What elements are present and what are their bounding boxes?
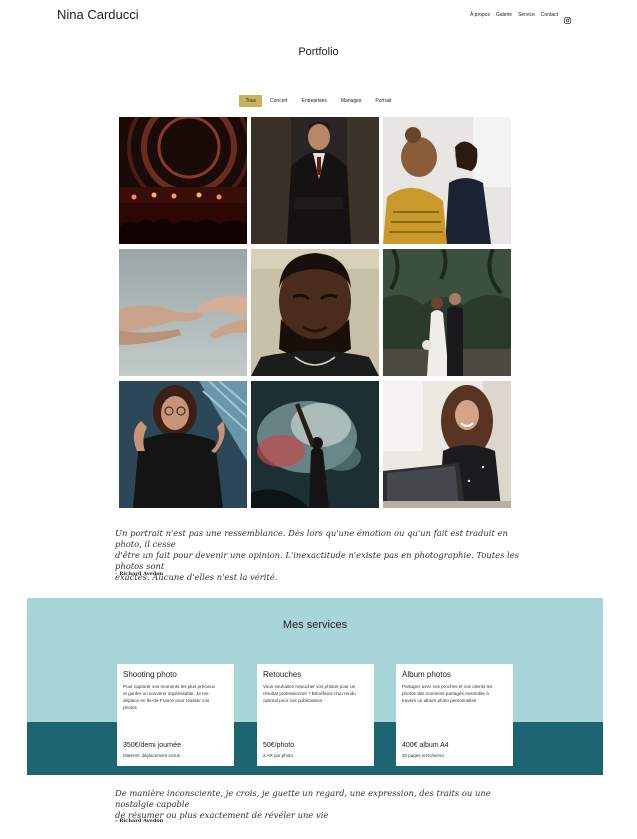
quote-text: Un portrait n'est pas une ressemblance. … bbox=[115, 528, 525, 583]
service-card-price: 350€/demi journée bbox=[123, 742, 181, 749]
service-desc-line: optimal pour vos publications bbox=[263, 698, 323, 703]
photo-concert-crowd-smoke[interactable] bbox=[251, 381, 379, 508]
quote-text-2: De manière inconsciente, je crois, je gu… bbox=[115, 788, 525, 821]
main-nav: À propos Galerie Service Contact bbox=[470, 11, 571, 24]
service-card-shooting: Shooting photo Pour capturer vos moments… bbox=[117, 664, 234, 766]
filter-all[interactable]: Tous bbox=[239, 95, 263, 107]
gallery-grid bbox=[119, 117, 511, 508]
photo-woman-laptop-laughing[interactable] bbox=[383, 381, 511, 508]
service-desc-line: Partagez avec vos proches et vos clients… bbox=[402, 684, 493, 689]
services-section: Mes services Shooting photo Pour capture… bbox=[27, 598, 603, 775]
nav-link-service[interactable]: Service bbox=[518, 12, 535, 18]
brand-name[interactable]: Nina Carducci bbox=[57, 7, 139, 22]
photo-business-meeting[interactable] bbox=[383, 117, 511, 244]
quote-line: d'être un fait pour devenir une opinion.… bbox=[115, 550, 519, 571]
filter-concert[interactable]: Concert bbox=[264, 95, 294, 107]
quote-line: De manière inconsciente, je crois, je gu… bbox=[115, 788, 491, 809]
service-card-title: Album photos bbox=[402, 670, 451, 679]
service-card-desc: Pour capturer vos moments les plus préci… bbox=[123, 683, 228, 711]
nav-link-gallery[interactable]: Galerie bbox=[496, 12, 512, 18]
service-desc-line: résultat professionnel ? Bénéficiez d'un… bbox=[263, 691, 356, 696]
service-card-desc: Vous souhaitez retoucher vos photos pour… bbox=[263, 683, 368, 704]
service-desc-line: photos bbox=[123, 705, 137, 710]
filter-weddings[interactable]: Mariages bbox=[335, 95, 368, 107]
service-desc-line: et garder un souvenir impérissable. Je m… bbox=[123, 691, 209, 696]
quote-author-2: – Richard Avedon bbox=[115, 818, 164, 824]
service-desc-line: travers un album photo personnalisé bbox=[402, 698, 477, 703]
service-desc-line: déplace en Île-de-France pour réaliser v… bbox=[123, 698, 210, 703]
photo-portrait-woman-glasses[interactable] bbox=[119, 381, 247, 508]
service-card-album: Album photos Partagez avec vos proches e… bbox=[396, 664, 513, 766]
quote-line: de résumer ou plus exactement de révéler… bbox=[115, 810, 329, 820]
quote-line: Un portrait n'est pas une ressemblance. … bbox=[115, 528, 508, 549]
photo-wedding-couple[interactable] bbox=[383, 249, 511, 376]
service-card-note: 30 pages recto/verso bbox=[402, 753, 445, 758]
service-desc-line: Vous souhaitez retoucher vos photos pour… bbox=[263, 684, 356, 689]
gallery-filters: Tous Concert Entreprises Mariages Portra… bbox=[0, 95, 637, 107]
services-title: Mes services bbox=[282, 619, 348, 631]
photo-portrait-man-closed-eyes[interactable] bbox=[251, 249, 379, 376]
quote-author: – Richard Avedon bbox=[115, 571, 164, 577]
service-card-note: 2 AR par photo bbox=[263, 753, 294, 758]
nav-link-contact[interactable]: Contact bbox=[541, 12, 558, 18]
photo-businessman-suit[interactable] bbox=[251, 117, 379, 244]
filter-business[interactable]: Entreprises bbox=[296, 95, 333, 107]
service-card-title: Retouches bbox=[263, 670, 302, 679]
site-header: Nina Carducci À propos Galerie Service C… bbox=[0, 0, 637, 30]
filter-portrait[interactable]: Portrait bbox=[369, 95, 397, 107]
photo-hands-touching[interactable] bbox=[119, 249, 247, 376]
nav-link-about[interactable]: À propos bbox=[470, 12, 490, 18]
service-desc-line: Pour capturer vos moments les plus préci… bbox=[123, 684, 215, 689]
service-card-retouches: Retouches Vous souhaitez retoucher vos p… bbox=[257, 664, 374, 766]
service-card-desc: Partagez avec vos proches et vos clients… bbox=[402, 683, 507, 704]
photo-concert-stage[interactable] bbox=[119, 117, 247, 244]
quote-line: exactes. Aucune d'elles n'est la vérité. bbox=[115, 572, 278, 582]
service-card-price: 50€/photo bbox=[263, 742, 295, 749]
service-card-title: Shooting photo bbox=[123, 670, 177, 679]
service-card-note: Matériel, déplacement inclus bbox=[123, 753, 181, 758]
portfolio-title: Portfolio bbox=[298, 46, 339, 58]
service-card-price: 400€ album A4 bbox=[402, 742, 449, 749]
service-desc-line: photos des moments partagés ensemble à bbox=[402, 691, 489, 696]
instagram-icon[interactable] bbox=[564, 11, 571, 24]
